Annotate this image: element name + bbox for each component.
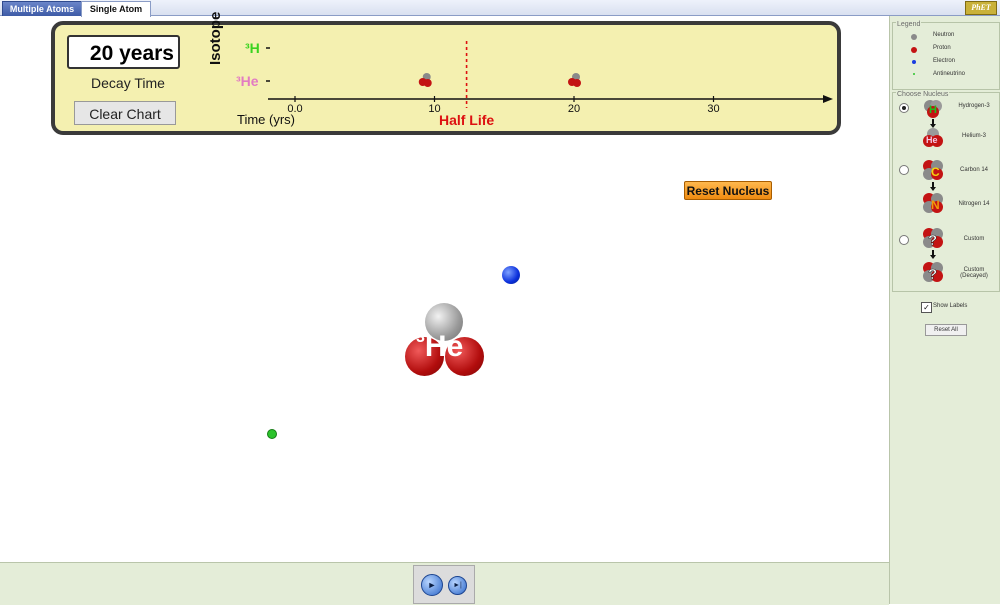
custom-label: Custom — [963, 236, 985, 242]
nitrogen-14-label: Nitrogen 14 — [958, 201, 990, 207]
choose-nucleus-panel: Choose Nucleus H Hydrogen-3 He Helium-3 … — [892, 91, 1000, 292]
svg-text:C: C — [931, 165, 940, 179]
time-axis-label: Time (yrs) — [237, 112, 295, 127]
nucleus-mass-number: 3 — [416, 329, 425, 346]
svg-text:N: N — [931, 198, 940, 212]
reset-all-button[interactable]: Reset All — [925, 324, 967, 336]
custom-decayed-icon: ? — [923, 262, 943, 283]
legend-row-proton: Proton — [893, 44, 999, 56]
custom-nucleus-icon: ? — [923, 228, 943, 249]
hydrogen-3-icon: H — [924, 100, 942, 118]
time-tick-label: 20 — [568, 103, 580, 115]
svg-text:?: ? — [928, 232, 937, 249]
tab-single-atom[interactable]: Single Atom — [81, 1, 151, 17]
show-labels-checkbox[interactable]: ✓ — [921, 302, 932, 313]
hydrogen-3-label: Hydrogen-3 — [958, 103, 990, 109]
time-axis-arrow — [823, 95, 833, 103]
electron-icon — [912, 60, 916, 64]
legend-title: Legend — [896, 21, 922, 28]
legend-label: Neutron — [933, 32, 955, 38]
legend-panel: Legend Neutron Proton Electron Antineutr… — [892, 21, 1000, 90]
carbon-14-label: Carbon 14 — [959, 167, 989, 173]
tab-multiple-atoms[interactable]: Multiple Atoms — [2, 1, 82, 16]
time-tick-label: 30 — [707, 103, 719, 115]
helium-3-label: Helium-3 — [961, 133, 986, 139]
isotope-he3-label: ³He — [236, 73, 259, 89]
tab-bar: Multiple Atoms Single Atom PhET — [0, 0, 1000, 17]
legend-label: Proton — [933, 45, 951, 51]
decay-event-proton — [423, 79, 432, 87]
legend-row-electron: Electron — [893, 57, 999, 69]
phet-logo[interactable]: PhET — [965, 1, 997, 15]
decay-arrow-head — [930, 255, 936, 259]
neutron-icon — [911, 34, 917, 40]
proton-icon — [911, 47, 917, 53]
control-panel: Legend Neutron Proton Electron Antineutr… — [889, 16, 1000, 604]
legend-row-antineutrino: Antineutrino — [893, 70, 999, 82]
custom-decayed-label: Custom (Decayed) — [960, 267, 988, 279]
isotope-h3-label: ³H — [245, 40, 260, 56]
decay-event-proton — [573, 79, 581, 87]
svg-text:?: ? — [928, 266, 937, 283]
helium-3-icon: He — [923, 128, 943, 147]
svg-text:He: He — [926, 135, 938, 145]
antineutrino — [267, 429, 277, 439]
decay-arrow-head — [930, 187, 936, 191]
legend-label: Antineutrino — [933, 71, 966, 77]
legend-row-neutron: Neutron — [893, 31, 999, 43]
electron — [502, 266, 520, 284]
nitrogen-14-icon: N — [923, 193, 943, 213]
radio-hydrogen-3[interactable] — [899, 103, 909, 113]
carbon-14-icon: C — [923, 160, 943, 180]
half-life-label: Half Life — [439, 112, 494, 128]
decay-chart: 20 years Decay Time Clear Chart Isotope … — [51, 12, 841, 135]
legend-label: Electron — [933, 58, 956, 64]
svg-text:H: H — [929, 104, 937, 116]
reset-nucleus-button[interactable]: Reset Nucleus — [684, 181, 772, 200]
nucleus-symbol: He — [424, 330, 464, 363]
play-pause-button[interactable]: ► — [421, 574, 443, 596]
radio-custom[interactable] — [899, 235, 909, 245]
antineutrino-icon — [913, 73, 915, 75]
show-labels-label: Show Labels — [933, 303, 968, 309]
chart-plot: 0.0 10 20 30³H³HeTime (yrs) Half Life — [236, 40, 833, 128]
step-button[interactable]: ►| — [448, 576, 467, 595]
radio-carbon-14[interactable] — [899, 165, 909, 175]
nucleus-label: 3He — [416, 329, 464, 364]
